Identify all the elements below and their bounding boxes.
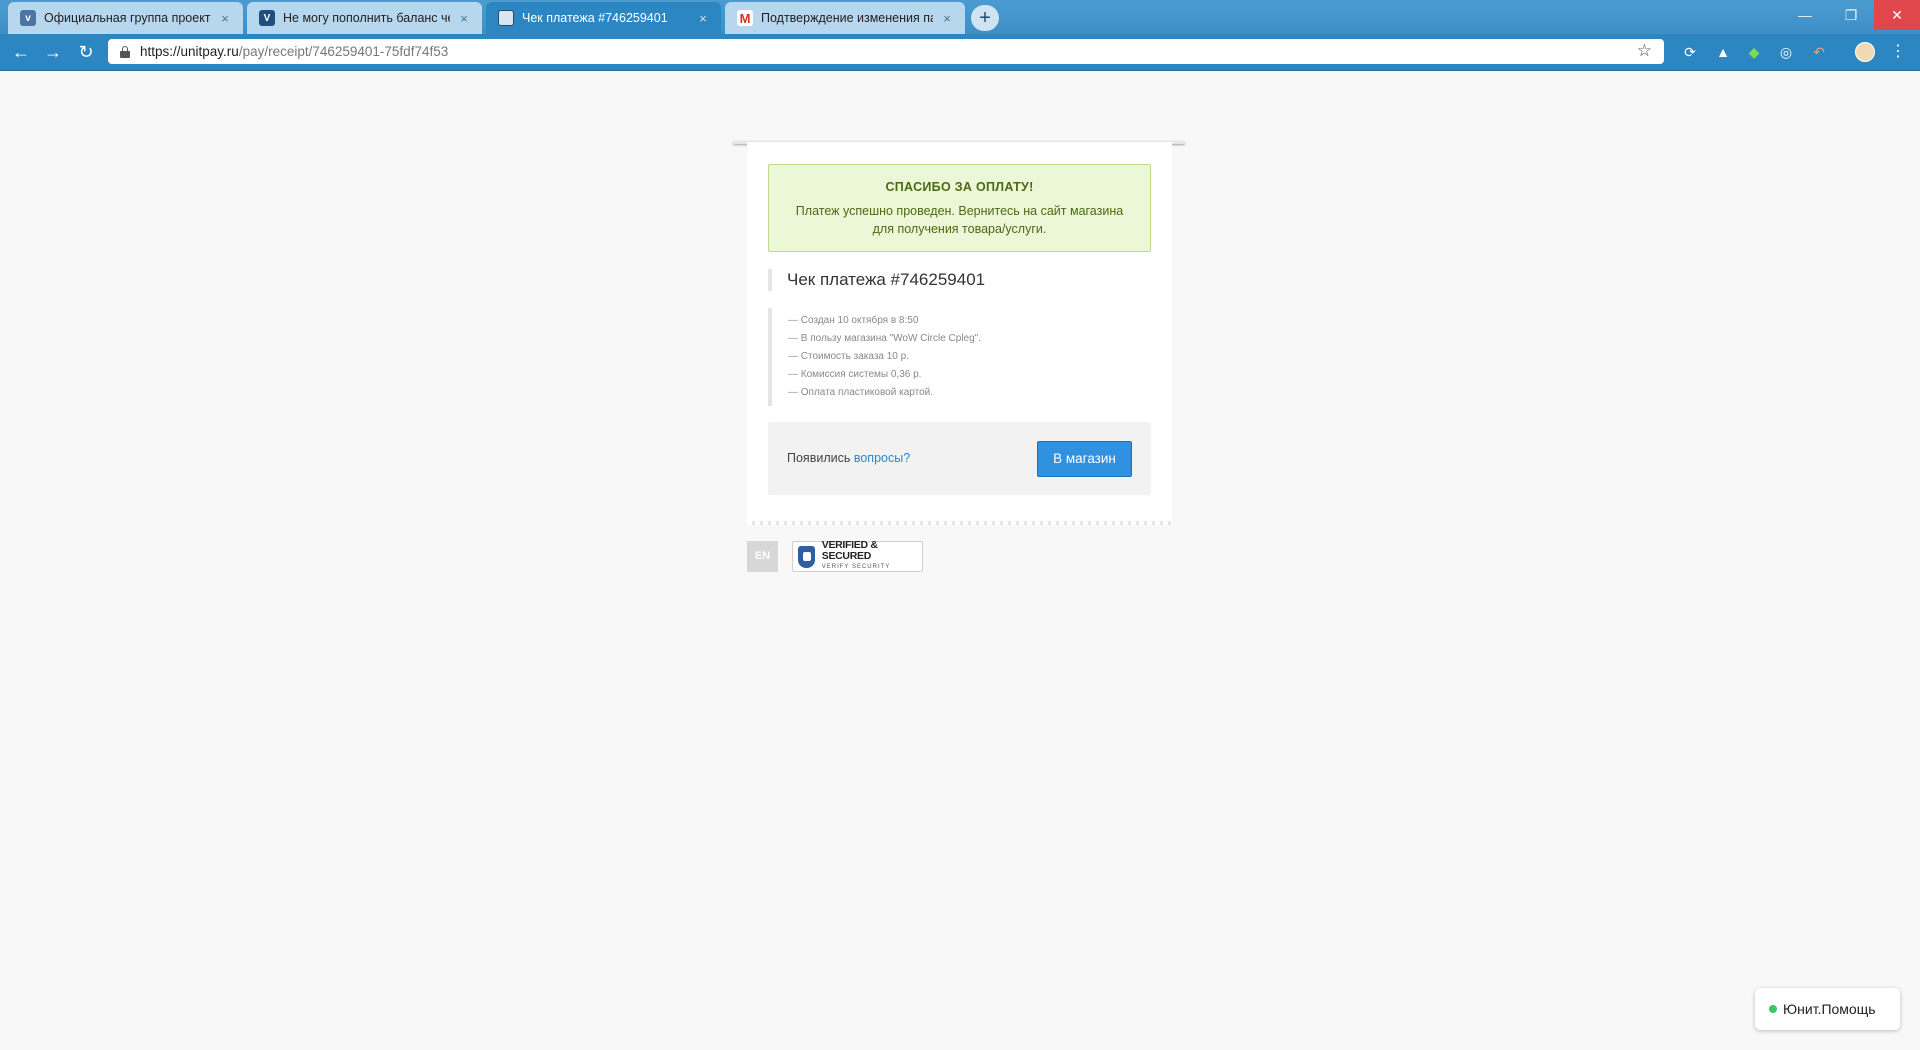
document-icon — [498, 10, 514, 26]
badge-subtitle: VERIFY SECURITY — [821, 564, 891, 570]
online-status-dot — [1769, 1005, 1777, 1013]
tab-receipt[interactable]: Чек платежа #746259401 × — [486, 2, 721, 34]
tab-title: Официальная группа проекта W — [44, 11, 211, 25]
minimize-icon[interactable]: — — [1782, 0, 1828, 30]
receipt-torn-edge — [747, 521, 1172, 525]
close-icon[interactable]: × — [695, 11, 711, 26]
tab-vk-group[interactable]: v Официальная группа проекта W × — [8, 2, 243, 34]
tab-strip: v Официальная группа проекта W × V Не мо… — [0, 0, 1920, 34]
bell-extension-icon[interactable]: ▲ — [1714, 43, 1732, 61]
tab-forum[interactable]: V Не могу пополнить баланс чере × — [247, 2, 482, 34]
url-host: https://unitpay.ru — [140, 44, 239, 59]
gmail-icon: M — [737, 10, 753, 26]
receipt-footer: Появились вопросы? В магазин — [768, 422, 1151, 495]
detail-created: Создан 10 октября в 8:50 — [788, 312, 1138, 330]
help-widget-label: Юнит.Помощь — [1783, 1001, 1876, 1017]
reload-icon[interactable]: ↻ — [74, 40, 98, 64]
receipt-details: Создан 10 октября в 8:50 В пользу магази… — [768, 308, 1138, 406]
receipt-card: СПАСИБО ЗА ОПЛАТУ! Платеж успешно провед… — [747, 142, 1172, 522]
tab-title: Чек платежа #746259401 — [522, 11, 668, 25]
detail-payment-method: Оплата пластиковой картой. — [788, 384, 1138, 402]
profile-avatar[interactable] — [1855, 42, 1875, 62]
address-bar[interactable]: https://unitpay.ru/pay/receipt/746259401… — [108, 39, 1664, 64]
close-icon[interactable]: × — [217, 11, 233, 26]
questions-prefix: Появились — [787, 451, 851, 465]
verified-secured-badge[interactable]: VERIFIED & SECURED VERIFY SECURITY — [792, 540, 923, 573]
detail-amount: Стоимость заказа 10 р. — [788, 348, 1138, 366]
url-path: /pay/receipt/746259401-75fdf74f53 — [238, 44, 449, 59]
success-title: СПАСИБО ЗА ОПЛАТУ! — [885, 180, 1034, 194]
lock-icon — [120, 45, 130, 58]
detail-merchant: В пользу магазина "WoW Circle Cpleg". — [788, 330, 1138, 348]
sync-extension-icon[interactable]: ⟳ — [1681, 43, 1699, 61]
shield-extension-icon[interactable]: ◆ — [1745, 43, 1763, 61]
badge-text: VERIFIED & SECURED VERIFY SECURITY — [822, 540, 922, 573]
questions-text: Появились вопросы? — [787, 451, 910, 465]
vk-icon: v — [20, 10, 36, 26]
back-arrow-icon[interactable]: ← — [9, 40, 33, 64]
bookmark-star-icon[interactable]: ☆ — [1637, 41, 1652, 61]
questions-link[interactable]: вопросы? — [854, 451, 910, 465]
forward-arrow-icon[interactable]: → — [41, 40, 65, 64]
close-icon[interactable]: × — [456, 11, 472, 26]
menu-icon[interactable]: ⋮ — [1890, 41, 1906, 63]
success-text: Платеж успешно проведен. Вернитесь на са… — [795, 204, 1124, 236]
shield-lock-icon — [798, 545, 815, 568]
window-close-icon[interactable]: ✕ — [1874, 0, 1920, 30]
new-tab-button[interactable]: + — [971, 5, 999, 31]
page-content: СПАСИБО ЗА ОПЛАТУ! Платеж успешно провед… — [0, 71, 1920, 1050]
reply-extension-icon[interactable]: ↶ — [1810, 43, 1828, 61]
forum-icon: V — [259, 10, 275, 26]
detail-commission: Комиссия системы 0,36 р. — [788, 366, 1138, 384]
back-to-store-button[interactable]: В магазин — [1037, 441, 1132, 477]
ghost-extension-icon[interactable]: ◎ — [1777, 43, 1795, 61]
badge-title: VERIFIED & SECURED — [821, 539, 878, 562]
tab-title: Не могу пополнить баланс чере — [283, 11, 450, 25]
language-en-button[interactable]: EN — [747, 541, 778, 572]
browser-toolbar: ← → ↻ https://unitpay.ru/pay/receipt/746… — [0, 34, 1920, 71]
restore-icon[interactable]: ❐ — [1828, 0, 1874, 30]
tab-title: Подтверждение изменения пар — [761, 11, 933, 25]
close-icon[interactable]: × — [939, 11, 955, 26]
help-widget-button[interactable]: Юнит.Помощь — [1755, 988, 1900, 1030]
tab-gmail[interactable]: M Подтверждение изменения пар × — [725, 2, 965, 34]
receipt-title: Чек платежа #746259401 — [768, 269, 985, 291]
success-alert: СПАСИБО ЗА ОПЛАТУ! Платеж успешно провед… — [768, 164, 1151, 252]
